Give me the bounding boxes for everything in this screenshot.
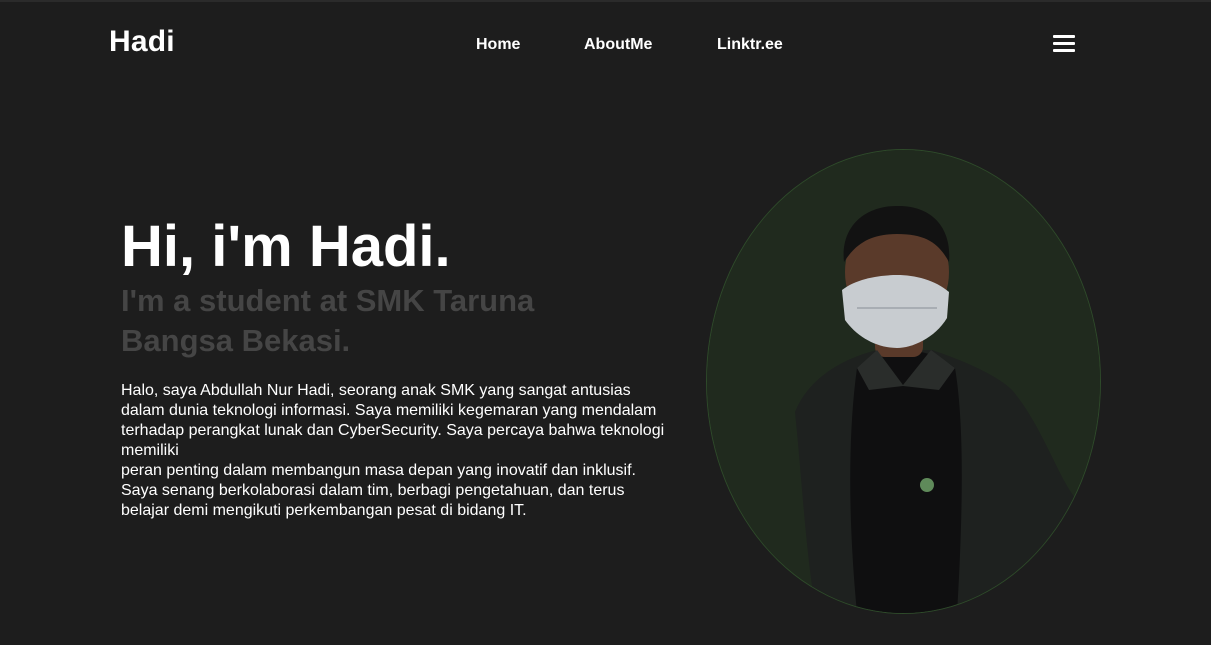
profile-photo-illustration <box>707 150 1100 613</box>
bio-line: dalam dunia teknologi informasi. Saya me… <box>121 402 657 419</box>
bio-line: terhadap perangkat lunak dan CyberSecuri… <box>121 422 665 439</box>
profile-photo <box>706 149 1101 614</box>
bio-line: Saya senang berkolaborasi dalam tim, ber… <box>121 482 625 499</box>
menu-bar <box>1053 35 1075 38</box>
brand-logo[interactable]: Hadi <box>109 25 175 59</box>
bio-line: memiliki <box>121 442 179 459</box>
bio-line: Halo, saya Abdullah Nur Hadi, seorang an… <box>121 382 631 399</box>
hero-bio: Halo, saya Abdullah Nur Hadi, seorang an… <box>121 381 711 521</box>
hero-subtitle: I'm a student at SMK Taruna Bangsa Bekas… <box>121 283 535 358</box>
hero-title: Hi, i'm Hadi. <box>121 214 451 279</box>
nav-link-aboutme[interactable]: AboutMe <box>584 36 652 54</box>
menu-bar <box>1053 49 1075 52</box>
nav-link-linktree[interactable]: Linktr.ee <box>717 36 783 54</box>
bio-line: belajar demi mengikuti perkembangan pesa… <box>121 502 527 519</box>
navbar: Hadi Home AboutMe Linktr.ee <box>0 0 1211 90</box>
bio-line: peran penting dalam membangun masa depan… <box>121 462 636 479</box>
nav-link-home[interactable]: Home <box>476 36 520 54</box>
hamburger-menu-icon[interactable] <box>1053 35 1075 53</box>
menu-bar <box>1053 42 1075 45</box>
